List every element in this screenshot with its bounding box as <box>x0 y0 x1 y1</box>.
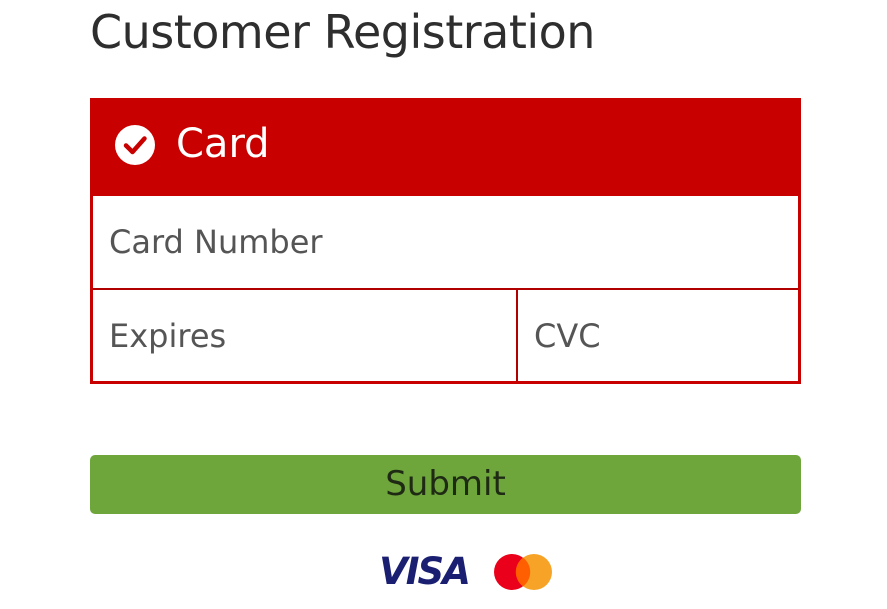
expires-input[interactable] <box>93 290 516 381</box>
mastercard-logo-icon <box>494 554 552 590</box>
card-option-header[interactable]: Card <box>93 101 798 196</box>
page-title: Customer Registration <box>90 5 595 59</box>
check-circle-icon <box>115 125 155 165</box>
card-payment-panel: Card <box>90 98 801 384</box>
card-option-label: Card <box>176 121 270 167</box>
visa-logo-text: VISA <box>379 551 469 591</box>
card-number-input[interactable] <box>93 196 798 288</box>
cvc-input[interactable] <box>518 290 798 381</box>
submit-button[interactable]: Submit <box>90 455 801 514</box>
visa-logo-icon: VISA <box>379 551 471 591</box>
